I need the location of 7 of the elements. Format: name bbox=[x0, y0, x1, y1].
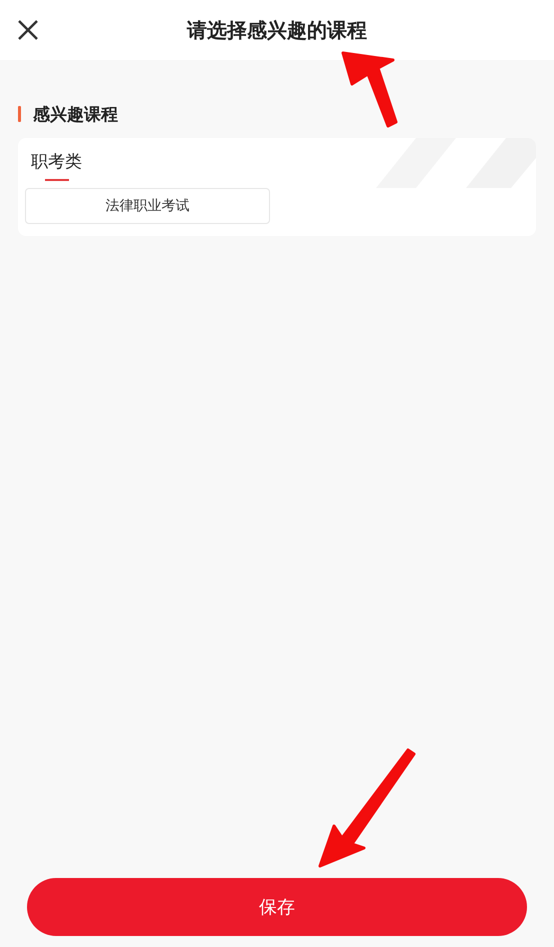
section-title: 感兴趣课程 bbox=[33, 104, 118, 126]
category-tab[interactable]: 职考类 bbox=[31, 150, 82, 181]
page-title: 请选择感兴趣的课程 bbox=[187, 16, 367, 44]
course-option[interactable]: 法律职业考试 bbox=[25, 188, 270, 224]
section-marker bbox=[18, 106, 21, 122]
close-button[interactable] bbox=[17, 19, 39, 41]
save-button[interactable]: 保存 bbox=[27, 878, 527, 936]
